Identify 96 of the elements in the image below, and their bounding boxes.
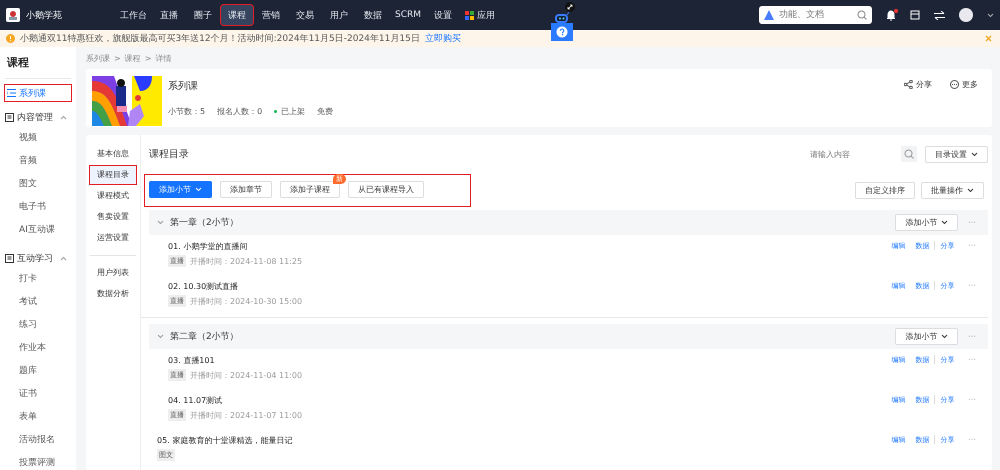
apps-grid-icon — [465, 10, 474, 20]
nav-tab[interactable]: 用户 — [323, 5, 355, 25]
batch-button[interactable]: 批量操作 — [921, 182, 984, 199]
list-icon — [7, 89, 16, 97]
header-action-button[interactable]: 更多 — [950, 79, 978, 90]
caret-icon — [941, 220, 948, 225]
sidebar-item[interactable]: 图文 — [5, 173, 71, 196]
sidebar-item[interactable]: 作业本 — [5, 337, 71, 360]
side-tab[interactable]: 售卖设置 — [90, 208, 136, 226]
sort-button[interactable]: 自定义排序 — [855, 182, 915, 199]
share-icon — [904, 80, 913, 89]
nav-tab[interactable]: 数据 — [357, 5, 389, 25]
breadcrumb-separator: > — [114, 54, 121, 62]
add-section-button[interactable]: 添加小节 — [149, 181, 212, 198]
status-label: 已上架 — [274, 106, 306, 117]
caret-icon — [971, 152, 978, 156]
dropdown-button[interactable]: 目录设置 — [925, 146, 988, 162]
robot-icon — [554, 12, 570, 23]
add-section-button[interactable]: 添加小节 — [895, 214, 958, 231]
avatar-icon — [959, 8, 973, 22]
lesson-title: 01. 小鹅学堂的直播间 — [168, 241, 248, 252]
header-action-button[interactable]: 分享 — [904, 79, 932, 90]
add-button[interactable]: 从已有课程导入 — [348, 181, 424, 198]
nav-tab[interactable]: 交易 — [289, 5, 321, 25]
sidebar-item[interactable]: 系列课 — [5, 85, 71, 101]
course-title: 系列课 — [168, 80, 199, 93]
nav-tab[interactable]: 工作台 — [116, 5, 151, 25]
caret-icon — [987, 12, 994, 18]
document-icon — [5, 112, 14, 122]
sidebar-item[interactable]: 练习 — [5, 314, 71, 337]
nav-tab[interactable]: 直播 — [153, 5, 185, 25]
sidebar-title: 课程 — [5, 53, 71, 79]
sidebar-item[interactable]: 电子书 — [5, 196, 71, 219]
side-tab[interactable]: 运营设置 — [90, 229, 136, 247]
sidebar-item[interactable]: AI互动课 — [5, 219, 71, 242]
lesson-title: 02. 10.30测试直播 — [168, 281, 240, 292]
buy-link[interactable]: 立即购买 — [424, 32, 461, 45]
sidebar-group[interactable]: 互动学习 — [5, 248, 71, 268]
sidebar-item[interactable]: 考试 — [5, 291, 71, 314]
lesson-time: 开播时间：2024-11-07 11:00 — [190, 410, 302, 420]
search-button[interactable] — [901, 146, 917, 162]
nav-tab[interactable]: 课程 — [221, 5, 253, 25]
more-icon — [950, 80, 959, 89]
document-icon — [5, 254, 14, 262]
add-button[interactable]: 添加子课程 — [280, 181, 340, 198]
chapter-title: 第一章（2小节） — [170, 216, 239, 229]
course-stat: 报名人数：0 — [217, 106, 262, 117]
nav-tab[interactable]: 营销 — [255, 5, 287, 25]
nav-tab[interactable]: 圈子 — [187, 5, 219, 25]
search-field[interactable]: 功能、文档 — [759, 6, 872, 24]
notice-text: 小鹅通双11特惠狂欢，旗舰版最高可买3年送12个月！活动时间:2024年11月5日-2024年11月15日 — [20, 32, 420, 45]
triangle-logo-icon — [764, 10, 774, 20]
sidebar-item[interactable]: 活动报名 — [5, 429, 71, 452]
lesson-time: 开播时间：2024-11-04 11:00 — [190, 370, 302, 380]
side-tab[interactable]: 课程模式 — [90, 187, 136, 205]
warning-icon — [6, 34, 15, 43]
caret-icon — [195, 187, 202, 192]
caret-icon — [941, 334, 948, 339]
course-stat: 小节数：5 — [168, 106, 206, 117]
lesson-title: 04. 11.07测试 — [168, 395, 224, 406]
add-section-button[interactable]: 添加小节 — [895, 328, 958, 345]
nav-tab[interactable]: SCRM — [391, 5, 426, 25]
store-icon — [910, 10, 920, 20]
side-tab[interactable]: 基本信息 — [90, 145, 136, 163]
sidebar-group[interactable]: 内容管理 — [5, 107, 71, 127]
search-icon — [857, 10, 867, 20]
sidebar-item[interactable]: 音频 — [5, 150, 71, 173]
side-tab[interactable]: 数据分析 — [90, 285, 136, 303]
sidebar-item[interactable]: 投票评测 — [5, 452, 71, 470]
sidebar-item[interactable]: 表单 — [5, 406, 71, 429]
logo-icon — [6, 8, 20, 22]
expand-icon — [565, 2, 575, 12]
close-icon — [985, 35, 992, 42]
breadcrumb-separator: > — [144, 54, 152, 62]
lesson-title: 05. 家庭教育的十堂课精选，能量日记 — [157, 435, 294, 446]
logo-text: 小鹅学苑 — [26, 10, 62, 22]
sidebar-item[interactable]: 证书 — [5, 383, 71, 406]
help-icon — [551, 23, 573, 41]
sidebar-item[interactable]: 题库 — [5, 360, 71, 383]
chapter-title: 第二章（2小节） — [170, 330, 239, 343]
price-label: 免费 — [317, 106, 334, 117]
search-icon — [904, 149, 914, 159]
nav-tab[interactable]: 应用 — [461, 5, 500, 25]
switch-icon — [934, 10, 945, 20]
side-tab[interactable]: 课程目录 — [90, 166, 136, 184]
nav-tab[interactable]: 设置 — [427, 5, 460, 25]
caret-icon — [967, 188, 974, 193]
section-title: 课程目录 — [149, 148, 190, 161]
lesson-time: 开播时间：2024-10-30 15:00 — [190, 296, 302, 306]
lesson-time: 开播时间：2024-11-08 11:25 — [190, 256, 302, 266]
sidebar-item[interactable]: 打卡 — [5, 268, 71, 291]
sidebar-item[interactable]: 视频 — [5, 127, 71, 150]
side-tab[interactable]: 用户列表 — [90, 264, 136, 282]
bell-icon — [886, 10, 896, 20]
lesson-title: 03. 直播101 — [168, 355, 216, 366]
add-button[interactable]: 添加章节 — [220, 181, 272, 198]
